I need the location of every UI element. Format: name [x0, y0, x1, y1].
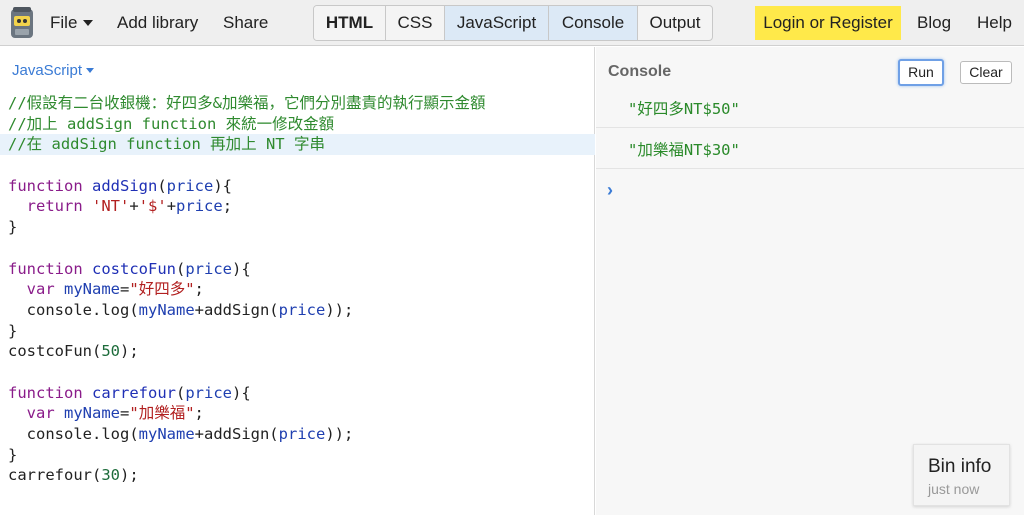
- code-line: var myName="加樂福";: [26, 404, 204, 423]
- login-register-button[interactable]: Login or Register: [755, 6, 901, 40]
- tab-css[interactable]: CSS: [386, 6, 445, 40]
- code-line: //在 addSign function 再加上 NT 字串: [0, 134, 595, 156]
- bin-info-panel[interactable]: Bin info just now: [913, 444, 1010, 506]
- tab-javascript[interactable]: JavaScript: [445, 6, 549, 40]
- file-menu-label: File: [50, 13, 78, 32]
- code-line: carrefour(30);: [8, 466, 139, 485]
- console-output-text: "加樂福NT$30": [628, 141, 740, 159]
- clear-button[interactable]: Clear: [960, 61, 1012, 84]
- chevron-down-icon: [86, 67, 95, 73]
- code-line: }: [8, 218, 18, 237]
- panel-tabs: HTML CSS JavaScript Console Output: [313, 5, 713, 41]
- console-output-text: "好四多NT$50": [628, 100, 740, 118]
- console-title: Console: [608, 63, 672, 80]
- file-menu[interactable]: File: [50, 0, 94, 46]
- language-label: JavaScript: [12, 62, 83, 79]
- tab-console[interactable]: Console: [549, 6, 638, 40]
- chevron-down-icon: [83, 19, 94, 26]
- code-line: console.log(myName+addSign(price));: [8, 425, 354, 443]
- blog-link[interactable]: Blog: [917, 0, 951, 46]
- code-line: console.log(myName+addSign(price));: [8, 300, 354, 319]
- code-line: //假設有二台收銀機：好四多&加樂福，它們分別盡責的執行顯示金額: [8, 94, 486, 112]
- share-menu[interactable]: Share: [223, 0, 268, 46]
- top-bar: File Add library Share HTML CSS JavaScri…: [0, 0, 1024, 46]
- console-output-line: "加樂福NT$30": [596, 128, 1024, 169]
- bin-info-subtitle: just now: [928, 481, 980, 497]
- code-line: //加上 addSign function 來統一修改金額: [8, 114, 335, 133]
- code-line: function costcoFun(price){: [8, 259, 251, 278]
- code-line: var myName="好四多";: [26, 280, 204, 299]
- code-line: function addSign(price){: [8, 176, 233, 195]
- javascript-editor-panel: JavaScript //假設有二台收銀機：好四多&加樂福，它們分別盡責的執行顯…: [0, 47, 595, 515]
- code-line: }: [8, 445, 18, 464]
- jsbin-logo-icon[interactable]: [10, 6, 34, 40]
- help-link[interactable]: Help: [977, 0, 1012, 46]
- bin-info-title: Bin info: [928, 456, 992, 477]
- console-prompt-icon[interactable]: ›: [607, 180, 613, 201]
- tab-html[interactable]: HTML: [314, 6, 386, 40]
- console-output-line: "好四多NT$50": [596, 87, 1024, 128]
- code-line: return 'NT'+'$'+price;: [26, 197, 233, 216]
- code-editor[interactable]: //假設有二台收銀機：好四多&加樂福，它們分別盡責的執行顯示金額 //加上 ad…: [0, 93, 595, 486]
- add-library-menu[interactable]: Add library: [117, 0, 198, 46]
- code-line: }: [8, 321, 18, 340]
- code-line: costcoFun(50);: [8, 342, 139, 361]
- language-selector[interactable]: JavaScript: [12, 62, 95, 79]
- tab-output[interactable]: Output: [638, 6, 712, 40]
- run-button[interactable]: Run: [898, 59, 944, 86]
- code-line: function carrefour(price){: [8, 383, 251, 402]
